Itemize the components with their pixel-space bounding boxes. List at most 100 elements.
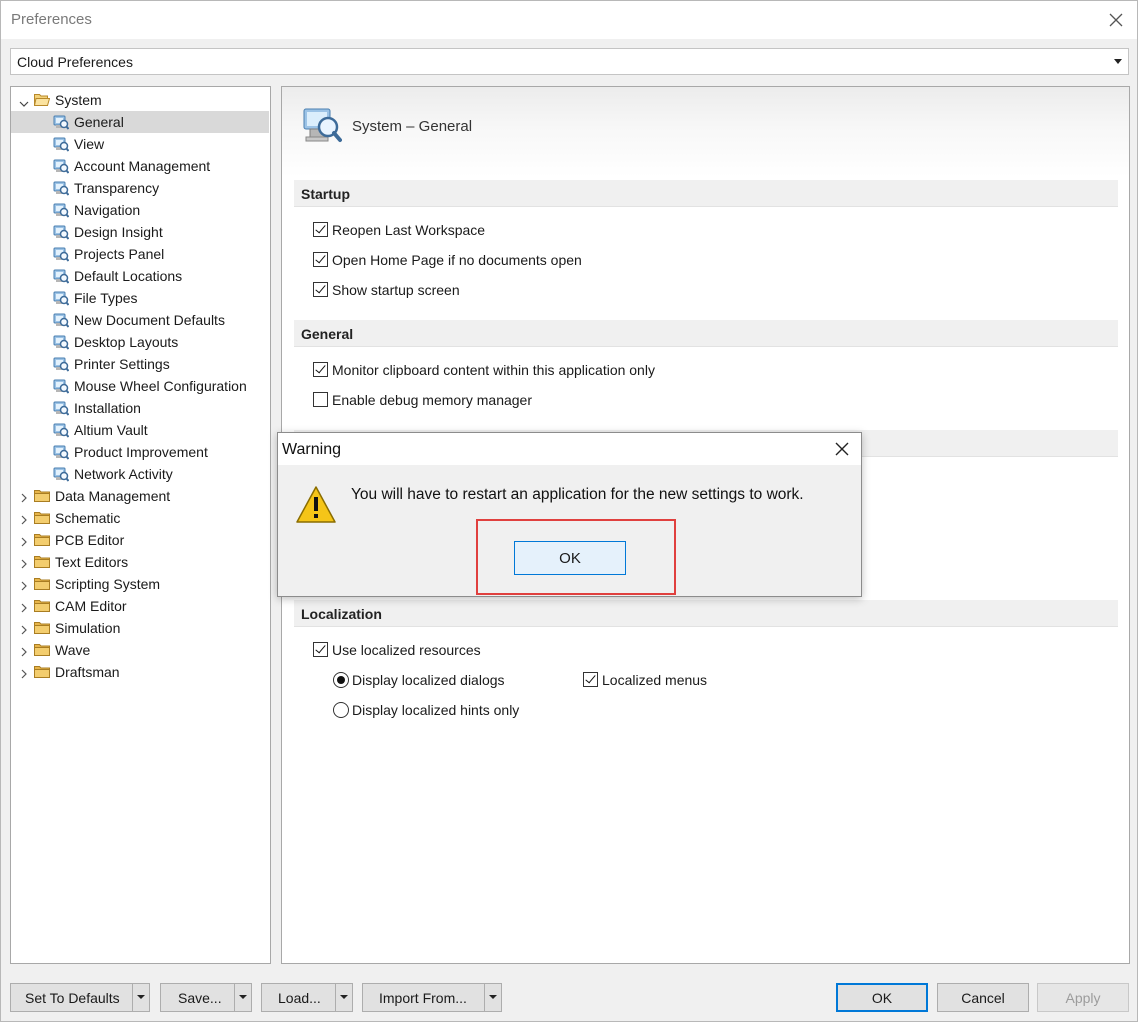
- tree-item-schematic[interactable]: Schematic: [11, 507, 270, 529]
- set-to-defaults-button[interactable]: Set To Defaults: [10, 983, 150, 1012]
- dropdown-arrow-icon[interactable]: [132, 984, 149, 1011]
- checkbox-label: Show startup screen: [332, 282, 460, 298]
- tree-item-general[interactable]: General: [11, 111, 269, 133]
- tree-item-label: Scripting System: [55, 576, 161, 592]
- warning-ok-button[interactable]: OK: [514, 541, 626, 575]
- tree-item-network-activity[interactable]: Network Activity: [11, 463, 270, 485]
- radio-label: Display localized dialogs: [352, 672, 505, 688]
- tree-item-label: Draftsman: [55, 664, 120, 680]
- tree-item-new-document-defaults[interactable]: New Document Defaults: [11, 309, 270, 331]
- panel-title: System – General: [352, 118, 473, 135]
- preferences-page-icon: [53, 400, 70, 416]
- tree-item-draftsman[interactable]: Draftsman: [11, 661, 270, 683]
- tree-item-label: Printer Settings: [74, 356, 170, 372]
- button-label: Save...: [178, 990, 222, 1006]
- tree-item-file-types[interactable]: File Types: [11, 287, 270, 309]
- chevron-right-icon[interactable]: [20, 666, 28, 679]
- tree-item-label: CAM Editor: [55, 598, 127, 614]
- chevron-right-icon[interactable]: [20, 512, 28, 525]
- chevron-right-icon[interactable]: [20, 556, 28, 569]
- tree-item-product-improvement[interactable]: Product Improvement: [11, 441, 270, 463]
- checkbox-box[interactable]: [313, 642, 328, 657]
- chevron-right-icon[interactable]: [20, 490, 28, 503]
- preferences-page-icon: [53, 114, 70, 130]
- tree-item-label: Installation: [74, 400, 141, 416]
- button-label: OK: [559, 550, 581, 567]
- tree-item-desktop-layouts[interactable]: Desktop Layouts: [11, 331, 270, 353]
- tree-item-simulation[interactable]: Simulation: [11, 617, 270, 639]
- tree-item-view[interactable]: View: [11, 133, 270, 155]
- apply-button[interactable]: Apply: [1037, 983, 1129, 1012]
- chevron-right-icon[interactable]: [20, 644, 28, 657]
- tree-item-label: General: [74, 114, 124, 130]
- tree-item-account-management[interactable]: Account Management: [11, 155, 270, 177]
- tree-item-navigation[interactable]: Navigation: [11, 199, 270, 221]
- checkbox-box[interactable]: [313, 282, 328, 297]
- preferences-window: Preferences Cloud Preferences System Gen…: [0, 0, 1138, 1022]
- checkbox-label: Open Home Page if no documents open: [332, 252, 582, 268]
- load-button[interactable]: Load...: [261, 983, 353, 1012]
- cloud-preferences-select[interactable]: Cloud Preferences: [10, 48, 1129, 75]
- checkbox-label: Localized menus: [602, 672, 708, 688]
- cancel-button[interactable]: Cancel: [937, 983, 1029, 1012]
- tree-item-label: Product Improvement: [74, 444, 208, 460]
- button-label: Import From...: [379, 990, 467, 1006]
- radio-button[interactable]: [333, 702, 349, 718]
- preferences-page-icon: [53, 136, 70, 152]
- tree-item-wave[interactable]: Wave: [11, 639, 270, 661]
- tree-item-label: New Document Defaults: [74, 312, 225, 328]
- button-label: Load...: [278, 990, 321, 1006]
- dropdown-arrow-icon[interactable]: [484, 984, 501, 1011]
- checkbox-box[interactable]: [313, 362, 328, 377]
- tree-item-data-management[interactable]: Data Management: [11, 485, 270, 507]
- import-from-button[interactable]: Import From...: [362, 983, 502, 1012]
- preferences-page-icon: [53, 268, 70, 284]
- tree-item-label: Wave: [55, 642, 91, 658]
- tree-item-label: File Types: [74, 290, 138, 306]
- section-general: General: [294, 320, 1118, 347]
- ok-button[interactable]: OK: [836, 983, 928, 1012]
- preferences-page-icon: [53, 378, 70, 394]
- chevron-down-icon[interactable]: [19, 95, 29, 107]
- radio-label: Display localized hints only: [352, 702, 520, 718]
- checkbox-box[interactable]: [313, 222, 328, 237]
- tree-item-system[interactable]: System: [11, 89, 270, 111]
- dropdown-arrow-icon[interactable]: [234, 984, 251, 1011]
- tree-item-default-locations[interactable]: Default Locations: [11, 265, 270, 287]
- chevron-right-icon[interactable]: [20, 578, 28, 591]
- close-icon[interactable]: [1103, 7, 1129, 33]
- tree-item-label: Transparency: [74, 180, 160, 196]
- warning-icon: [295, 485, 337, 525]
- checkbox-box[interactable]: [313, 392, 328, 407]
- tree-item-pcb-editor[interactable]: PCB Editor: [11, 529, 270, 551]
- tree-item-altium-vault[interactable]: Altium Vault: [11, 419, 270, 441]
- checkbox-box[interactable]: [313, 252, 328, 267]
- tree-item-installation[interactable]: Installation: [11, 397, 270, 419]
- save-button[interactable]: Save...: [160, 983, 252, 1012]
- tree-item-projects-panel[interactable]: Projects Panel: [11, 243, 270, 265]
- tree-item-label: Design Insight: [74, 224, 163, 240]
- tree-item-transparency[interactable]: Transparency: [11, 177, 270, 199]
- checkbox-box[interactable]: [583, 672, 598, 687]
- button-label: Apply: [1065, 990, 1101, 1006]
- tree-item-label: Data Management: [55, 488, 171, 504]
- dropdown-arrow-icon[interactable]: [335, 984, 352, 1011]
- tree-item-mouse-wheel-configuration[interactable]: Mouse Wheel Configuration: [11, 375, 270, 397]
- tree-item-text-editors[interactable]: Text Editors: [11, 551, 270, 573]
- preferences-page-icon: [53, 202, 70, 218]
- close-icon[interactable]: [833, 440, 851, 458]
- radio-button[interactable]: [333, 672, 349, 688]
- tree-item-printer-settings[interactable]: Printer Settings: [11, 353, 270, 375]
- folder-icon: [34, 533, 50, 546]
- tree-item-label: Default Locations: [74, 268, 183, 284]
- tree-item-scripting-system[interactable]: Scripting System: [11, 573, 270, 595]
- preferences-page-icon: [53, 466, 70, 482]
- chevron-right-icon[interactable]: [20, 534, 28, 547]
- tree-item-design-insight[interactable]: Design Insight: [11, 221, 270, 243]
- tree-item-cam-editor[interactable]: CAM Editor: [11, 595, 270, 617]
- chevron-right-icon[interactable]: [20, 600, 28, 613]
- section-title: Localization: [301, 606, 382, 622]
- preferences-page-icon: [53, 246, 70, 262]
- chevron-right-icon[interactable]: [20, 622, 28, 635]
- section-startup: Startup: [294, 180, 1118, 207]
